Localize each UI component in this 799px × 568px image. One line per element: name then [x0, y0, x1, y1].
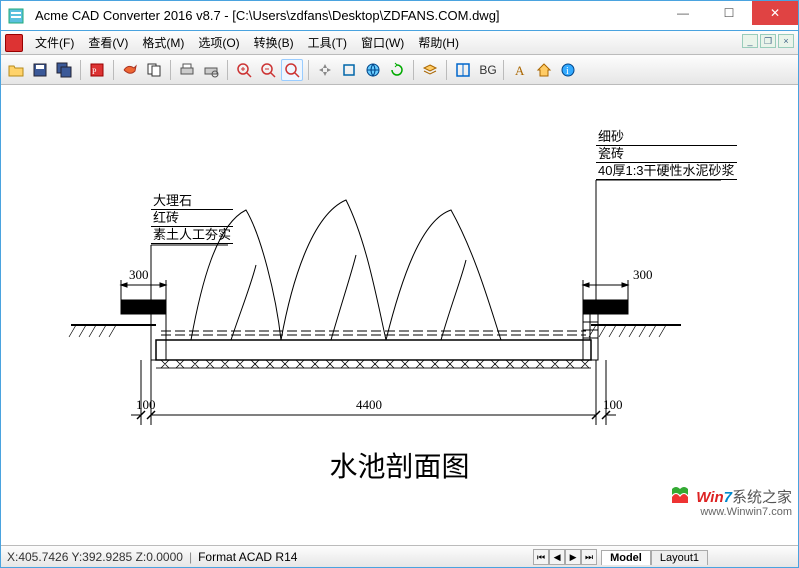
tab-prev-button[interactable]: ◀ — [549, 549, 565, 565]
print-preview-button[interactable] — [200, 59, 222, 81]
toolbar-separator — [503, 60, 504, 80]
app-window: Acme CAD Converter 2016 v8.7 - [C:\Users… — [0, 0, 799, 568]
pan-button[interactable] — [314, 59, 336, 81]
tab-next-button[interactable]: ▶ — [565, 549, 581, 565]
toolbar-separator — [227, 60, 228, 80]
status-format: Format ACAD R14 — [198, 550, 297, 564]
svg-text:i: i — [566, 66, 569, 77]
drawing-title: 水池剖面图 — [329, 445, 469, 485]
statusbar: X:405.7426 Y:392.9285 Z:0.0000 | Format … — [1, 545, 798, 567]
menu-help[interactable]: 帮助(H) — [412, 32, 465, 53]
dim-right-300: 300 — [633, 267, 653, 283]
left-material-labels: 大理石 红砖 素土人工夯实 — [151, 193, 233, 244]
font-button[interactable]: A — [509, 59, 531, 81]
titlebar: Acme CAD Converter 2016 v8.7 - [C:\Users… — [1, 1, 798, 31]
tab-first-button[interactable]: ⏮ — [533, 549, 549, 565]
dim-bottom-right: 100 — [603, 397, 623, 413]
toolbar: P BG A i — [1, 55, 798, 85]
menu-convert[interactable]: 转换(B) — [248, 32, 300, 53]
convert-pdf-button[interactable]: P — [86, 59, 108, 81]
save-all-button[interactable] — [53, 59, 75, 81]
globe-button[interactable] — [362, 59, 384, 81]
menubar: 文件(F) 查看(V) 格式(M) 选项(O) 转换(B) 工具(T) 窗口(W… — [1, 31, 798, 55]
zoom-out-button[interactable] — [257, 59, 279, 81]
window-title: Acme CAD Converter 2016 v8.7 - [C:\Users… — [31, 8, 660, 23]
layout-button[interactable] — [452, 59, 474, 81]
mdi-minimize-button[interactable]: _ — [742, 34, 758, 48]
save-button[interactable] — [29, 59, 51, 81]
tab-layout1[interactable]: Layout1 — [651, 550, 708, 565]
dim-bottom-center: 4400 — [356, 397, 382, 413]
home-button[interactable] — [533, 59, 555, 81]
menu-view[interactable]: 查看(V) — [82, 32, 134, 53]
drawing-canvas[interactable]: 大理石 红砖 素土人工夯实 细砂 瓷砖 40厚1:3干硬性水泥砂浆 300 30… — [1, 85, 798, 545]
dim-bottom-left: 100 — [136, 397, 156, 413]
batch-button[interactable] — [143, 59, 165, 81]
app-menu-icon[interactable] — [5, 34, 23, 52]
menu-options[interactable]: 选项(O) — [192, 32, 245, 53]
toolbar-separator — [446, 60, 447, 80]
window-controls: — ☐ ✕ — [660, 1, 798, 30]
toolbar-separator — [413, 60, 414, 80]
right-material-labels: 细砂 瓷砖 40厚1:3干硬性水泥砂浆 — [596, 129, 737, 180]
bird-button[interactable] — [119, 59, 141, 81]
menu-window[interactable]: 窗口(W) — [355, 32, 410, 53]
close-button[interactable]: ✕ — [752, 1, 798, 25]
bg-color-button[interactable]: BG — [476, 59, 498, 81]
dim-left-300: 300 — [129, 267, 149, 283]
toolbar-separator — [80, 60, 81, 80]
tab-model[interactable]: Model — [601, 550, 651, 565]
layout-tabs: ⏮ ◀ ▶ ⏭ Model Layout1 — [533, 549, 708, 565]
minimize-button[interactable]: — — [660, 1, 706, 25]
print-button[interactable] — [176, 59, 198, 81]
menu-file[interactable]: 文件(F) — [29, 32, 80, 53]
svg-text:P: P — [92, 67, 97, 76]
zoom-extents-button[interactable] — [338, 59, 360, 81]
open-button[interactable] — [5, 59, 27, 81]
mdi-restore-button[interactable]: ❐ — [760, 34, 776, 48]
status-coords: X:405.7426 Y:392.9285 Z:0.0000 — [7, 550, 183, 564]
toolbar-separator — [113, 60, 114, 80]
zoom-in-button[interactable] — [233, 59, 255, 81]
regen-button[interactable] — [386, 59, 408, 81]
tab-last-button[interactable]: ⏭ — [581, 549, 597, 565]
mdi-close-button[interactable]: × — [778, 34, 794, 48]
menu-tools[interactable]: 工具(T) — [302, 32, 353, 53]
menu-format[interactable]: 格式(M) — [136, 32, 190, 53]
svg-text:A: A — [515, 63, 525, 78]
zoom-window-button[interactable] — [281, 59, 303, 81]
app-icon — [1, 1, 31, 31]
info-button[interactable]: i — [557, 59, 579, 81]
toolbar-separator — [308, 60, 309, 80]
mdi-controls: _ ❐ × — [742, 34, 794, 48]
layers-button[interactable] — [419, 59, 441, 81]
toolbar-separator — [170, 60, 171, 80]
maximize-button[interactable]: ☐ — [706, 1, 752, 25]
